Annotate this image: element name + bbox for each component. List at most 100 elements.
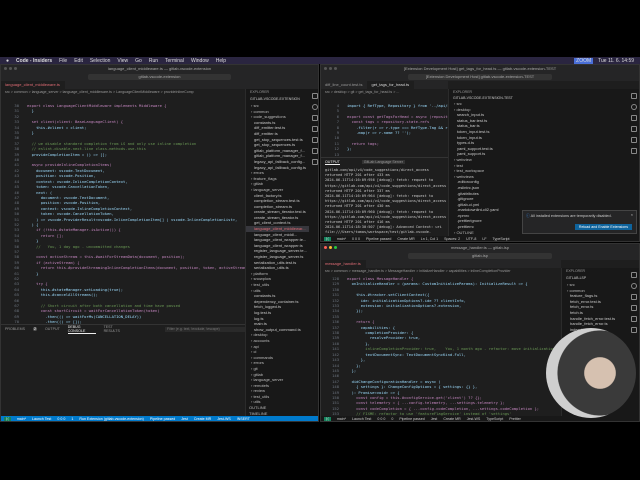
breadcrumb[interactable]: src > common > language_server > languag… <box>1 89 241 95</box>
status-item[interactable]: INSERT <box>237 417 250 421</box>
status-item[interactable]: Launch Test <box>32 417 51 421</box>
menu-go[interactable]: Go <box>135 58 142 64</box>
search-icon[interactable] <box>311 104 318 110</box>
menu-terminal[interactable]: Terminal <box>165 58 184 64</box>
run-debug-icon[interactable] <box>631 305 637 311</box>
close-icon[interactable]: × <box>631 213 633 217</box>
menu-view[interactable]: View <box>117 58 128 64</box>
explorer-root[interactable]: GITLAB-VSCODE-EXTENSION <box>246 96 309 103</box>
status-item[interactable]: Jest <box>181 417 188 421</box>
extensions-icon[interactable] <box>630 137 637 143</box>
gitlab-icon[interactable] <box>630 148 637 154</box>
explorer-icon[interactable] <box>311 93 318 99</box>
status-item[interactable]: Spaces: 2 <box>444 237 460 241</box>
code-editor[interactable]: 4 import { RefType, Repository } from '..… <box>321 103 448 157</box>
code-editor[interactable]: 30 export class LanguageClientMiddleware … <box>1 103 245 325</box>
tab-language-client-middleware[interactable]: language_client_middleware.ts <box>1 81 65 89</box>
status-item[interactable]: Ln 1, Col 1 <box>421 237 438 241</box>
explorer-file[interactable]: legacy_api_fallback_config... <box>246 159 309 165</box>
status-item[interactable]: 1 <box>71 417 73 421</box>
status-item[interactable]: TypeScript <box>486 417 503 421</box>
run-debug-icon[interactable] <box>311 126 318 132</box>
menu-selection[interactable]: Selection <box>90 58 111 64</box>
status-item[interactable]: TypeScript <box>493 237 510 241</box>
status-item[interactable]: 0 0 0 <box>352 237 360 241</box>
status-item[interactable]: Jest <box>431 417 438 421</box>
status-item[interactable]: Launch Test <box>352 417 371 421</box>
tab-output[interactable]: OUTPUT <box>45 327 60 331</box>
status-item[interactable]: 0 <box>391 417 393 421</box>
explorer-file[interactable]: completion_stream.test.ts <box>246 198 309 204</box>
testing-icon[interactable] <box>311 148 318 154</box>
search-icon[interactable] <box>630 104 637 110</box>
run-debug-icon[interactable] <box>630 126 637 132</box>
status-item[interactable]: Jest-WS <box>217 417 231 421</box>
explorer-icon[interactable] <box>630 93 637 99</box>
code-text: }); <box>347 308 364 314</box>
code-text: return tags; <box>347 140 380 146</box>
status-item[interactable]: LF <box>482 237 486 241</box>
menu-window[interactable]: Window <box>191 58 209 64</box>
command-center[interactable]: [Extension Development Host] gitlab-vsco… <box>408 74 552 80</box>
zoom-status[interactable]: ZOOM <box>574 57 594 64</box>
status-item[interactable]: Run Extension (gitlab-vscode-extension) <box>79 417 144 421</box>
tab-problems[interactable]: PROBLEMS <box>5 327 25 331</box>
tab-test-results[interactable]: TEST RESULTS <box>104 325 127 333</box>
code-text: export class MessageHandler { <box>347 276 414 281</box>
status-item[interactable]: Jest-WS <box>467 417 481 421</box>
tab-message-handler[interactable]: message_handler.ts <box>321 260 366 268</box>
menu-app[interactable]: Code - Insiders <box>16 58 52 64</box>
menu-run[interactable]: Run <box>149 58 158 64</box>
code-text: }; <box>347 362 361 368</box>
menu-edit[interactable]: Edit <box>74 58 83 64</box>
status-item[interactable]: Prettier <box>509 417 521 421</box>
menu-file[interactable]: File <box>59 58 67 64</box>
apple-icon[interactable]: ● <box>6 58 9 64</box>
explorer-icon[interactable] <box>631 272 637 278</box>
command-center[interactable]: gitlab-lsp <box>408 253 552 259</box>
command-center[interactable]: gitlab-vscode-extension <box>88 74 231 80</box>
explorer-file[interactable]: register_language_server.ts <box>246 254 309 260</box>
source-control-icon[interactable] <box>630 115 637 121</box>
breadcrumb[interactable]: src > common > message_handler.ts > Mess… <box>321 268 561 274</box>
remote-indicator[interactable]: ⟩⟨ <box>4 417 11 421</box>
status-item[interactable]: Create MR <box>194 417 211 421</box>
code-text: .filter(r => r.type === RefType.Tag && r… <box>356 124 448 130</box>
remote-indicator[interactable]: ⟩⟨ <box>324 417 331 421</box>
explorer-file[interactable]: language_client_middlewar... <box>246 226 309 232</box>
output-channel-select[interactable]: GitLab Language Server <box>361 160 405 164</box>
remote-indicator[interactable]: ⟩⟨ <box>324 237 331 241</box>
status-item[interactable]: UTF-8 <box>466 237 476 241</box>
testing-icon[interactable] <box>631 327 637 333</box>
tab-output[interactable]: OUTPUT <box>325 160 340 165</box>
status-item[interactable]: Create MR <box>397 237 414 241</box>
tab-debug-console[interactable]: DEBUG CONSOLE <box>67 325 96 334</box>
debug-filter-input[interactable]: Filter (e.g. text, !exclude, \escape) <box>165 326 245 332</box>
code-editor[interactable]: 128 export class MessageHandler {129 onIn… <box>321 276 561 416</box>
code-line[interactable]: 129 onInitializeHandler = (params: Custo… <box>321 281 561 286</box>
tab-get-tags-for-head[interactable]: get_tags_for_head.ts <box>367 81 415 89</box>
breadcrumb[interactable]: src > desktop > git > get_tags_for_head.… <box>321 89 448 95</box>
source-control-icon[interactable] <box>631 294 637 300</box>
gitlab-icon[interactable] <box>311 159 318 165</box>
explorer-root[interactable]: GITLAB-LSP <box>562 275 627 282</box>
status-item[interactable]: 0 0 0 <box>377 417 385 421</box>
reload-enable-extensions-button[interactable]: Reload and Enable Extensions <box>574 224 632 230</box>
menu-help[interactable]: Help <box>216 58 226 64</box>
status-item[interactable]: main* <box>17 417 26 421</box>
status-item[interactable]: Pipeline passed <box>366 237 391 241</box>
status-item[interactable]: Pipeline passed <box>150 417 175 421</box>
extensions-icon[interactable] <box>311 137 318 143</box>
window-title: [Extension Development Host] get_tags_fo… <box>403 66 557 71</box>
status-item[interactable]: main* <box>337 237 346 241</box>
source-control-icon[interactable] <box>311 115 318 121</box>
search-icon[interactable] <box>631 283 637 289</box>
status-item[interactable]: Create MR <box>443 417 460 421</box>
extensions-icon[interactable] <box>631 316 637 322</box>
code-text: const config = this.#configService.get('… <box>347 394 482 400</box>
status-item[interactable]: main* <box>337 417 346 421</box>
status-item[interactable]: 0 0 0 <box>57 417 65 421</box>
clock[interactable]: Tue 11. 6. 14:59 <box>598 58 634 64</box>
tab-diff-line-count-test[interactable]: diff_line_count.test.ts <box>321 81 368 89</box>
status-item[interactable]: Pipeline passed <box>399 417 424 421</box>
